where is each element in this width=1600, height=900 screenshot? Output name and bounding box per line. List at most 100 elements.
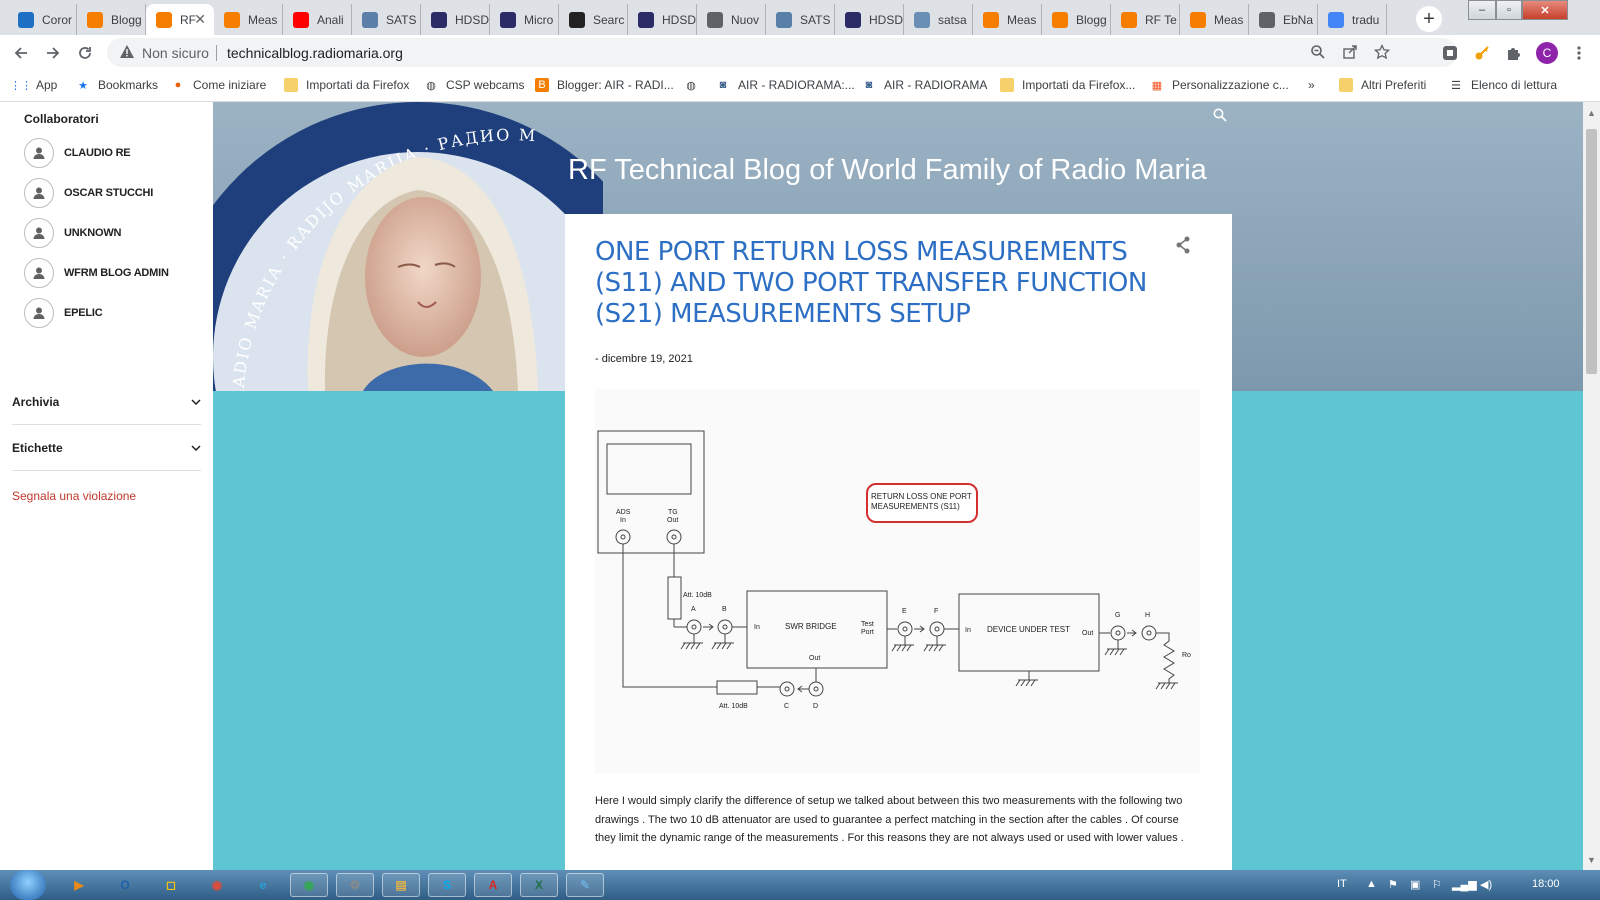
bookmark-item[interactable]: ◍ (684, 78, 706, 92)
maximize-button[interactable]: ▫ (1496, 0, 1522, 20)
acrobat-icon[interactable]: A (474, 873, 512, 897)
blog-main: RADIO MARIA · RADIJO MARIJA · РАДИО МАРИ… (213, 102, 1583, 870)
browser-tab[interactable]: Meas (214, 4, 283, 35)
tab-title: satsa (938, 12, 967, 27)
zoom-icon[interactable] (1310, 44, 1326, 65)
media-player-icon[interactable]: ▶ (60, 873, 98, 897)
language-indicator[interactable]: IT (1337, 878, 1347, 890)
browser-tab[interactable]: SATS (766, 4, 835, 35)
bookmark-item[interactable]: ● Come iniziare (171, 78, 267, 92)
browser-tab[interactable]: Nuov (697, 4, 766, 35)
bookmark-item[interactable]: B Blogger: AIR - RADI... (535, 78, 674, 92)
browser-tab[interactable]: RF ✕ (146, 4, 214, 35)
explorer-icon[interactable]: ▤ (382, 873, 420, 897)
bookmark-item[interactable]: ◍ CSP webcams (424, 78, 524, 92)
labels-section-toggle[interactable]: Etichette (12, 434, 201, 462)
browser-tab[interactable]: Meas (1180, 4, 1249, 35)
new-tab-button[interactable]: + (1416, 6, 1442, 32)
contributor-item[interactable]: WFRM BLOG ADMIN (24, 258, 169, 288)
share-icon[interactable] (1175, 236, 1191, 259)
reload-button[interactable] (73, 41, 97, 65)
chrome-active-icon[interactable]: ◉ (290, 873, 328, 897)
diagram-swr-test-label: Test (861, 621, 874, 628)
post-title[interactable]: ONE PORT RETURN LOSS MEASUREMENTS (S11) … (595, 237, 1170, 330)
menu-kebab-icon[interactable] (1570, 44, 1588, 62)
contributor-item[interactable]: EPELIC (24, 298, 103, 328)
browser-tab[interactable]: HDSD (628, 4, 697, 35)
bookmark-item[interactable]: Importati da Firefox... (1000, 78, 1135, 92)
reading-list-icon: ☰ (1451, 79, 1461, 92)
extension-translate-icon[interactable] (1441, 44, 1459, 62)
report-abuse-link[interactable]: Segnala una violazione (12, 489, 136, 503)
outlook-icon[interactable]: O (106, 873, 144, 897)
measurement-setup-diagram[interactable]: RETURN LOSS ONE PORT MEASUREMENTS (S11) A… (595, 389, 1200, 774)
bookmark-item[interactable]: » (1308, 78, 1315, 92)
hdsd-icon (431, 11, 447, 28)
share-page-icon[interactable] (1342, 44, 1358, 65)
post-date[interactable]: - dicembre 19, 2021 (595, 353, 693, 365)
extensions-puzzle-icon[interactable] (1505, 44, 1523, 62)
minimize-button[interactable]: – (1468, 0, 1496, 20)
forward-button[interactable] (41, 41, 65, 65)
scrollbar-thumb[interactable] (1586, 129, 1597, 374)
browser-tab[interactable]: tradu (1318, 4, 1387, 35)
bookmark-star-icon[interactable] (1373, 43, 1391, 65)
tab-title: Searc (593, 12, 625, 27)
tray-signal-icon[interactable]: ▂▄▆ (1452, 878, 1477, 891)
tray-device-icon[interactable]: ▣ (1410, 878, 1420, 891)
browser-tab[interactable]: Blogg (1042, 4, 1111, 35)
bookmark-item[interactable]: ⋮⋮ App (10, 78, 57, 92)
contributor-item[interactable]: CLAUDIO RE (24, 138, 131, 168)
blog-title[interactable]: RF Technical Blog of World Family of Rad… (568, 154, 1207, 187)
skype-icon[interactable]: S (428, 873, 466, 897)
clock-time[interactable]: 18:00 (1532, 878, 1560, 890)
url-text[interactable]: technicalblog.radiomaria.org (227, 45, 403, 61)
sticky-icon[interactable]: ◻ (152, 873, 190, 897)
bookmark-item[interactable]: ◙ AIR - RADIORAMA (862, 78, 988, 92)
diagram-b-label: B (722, 606, 727, 613)
browser-tab[interactable]: Coror (8, 4, 77, 35)
bookmark-item[interactable]: ★ Bookmarks (76, 78, 158, 92)
bookmark-item[interactable]: ▦ Personalizzazione c... (1150, 78, 1289, 92)
bookmark-item[interactable]: Importati da Firefox (284, 78, 409, 92)
contributor-item[interactable]: OSCAR STUCCHI (24, 178, 153, 208)
close-window-button[interactable]: ✕ (1522, 0, 1568, 20)
security-status[interactable]: Non sicuro (142, 45, 209, 61)
start-button[interactable] (10, 870, 46, 900)
tray-arrow-icon[interactable]: ▲ (1366, 878, 1377, 890)
scroll-down-icon[interactable]: ▼ (1587, 855, 1596, 865)
tray-network-icon[interactable]: ⚑ (1388, 878, 1398, 891)
browser-tab[interactable]: Anali (283, 4, 352, 35)
browser-tab[interactable]: Blogg (77, 4, 146, 35)
address-bar[interactable]: Non sicuro technicalblog.radiomaria.org (107, 38, 1457, 67)
profile-avatar[interactable]: C (1536, 42, 1558, 64)
tray-volume-icon[interactable]: ◀) (1480, 878, 1492, 891)
tool-icon[interactable]: ⚙ (336, 873, 374, 897)
back-button[interactable] (9, 41, 33, 65)
archive-section-toggle[interactable]: Archivia (12, 388, 201, 416)
bookmark-item[interactable]: ◙ AIR - RADIORAMA:... (716, 78, 855, 92)
paint-icon[interactable]: ✎ (566, 873, 604, 897)
browser-tab[interactable]: satsa (904, 4, 973, 35)
browser-tab[interactable]: RF Te (1111, 4, 1180, 35)
tray-flag-icon[interactable]: ⚐ (1432, 878, 1442, 891)
scroll-up-icon[interactable]: ▲ (1587, 108, 1596, 118)
browser-tab[interactable]: HDSD (835, 4, 904, 35)
excel-icon[interactable]: X (520, 873, 558, 897)
browser-tab[interactable]: EbNa (1249, 4, 1318, 35)
close-tab-icon[interactable]: ✕ (194, 11, 206, 28)
browser-tab[interactable]: Searc (559, 4, 628, 35)
browser-tab[interactable]: Micro (490, 4, 559, 35)
browser-tab[interactable]: HDSD (421, 4, 490, 35)
bookmark-item[interactable]: Altri Preferiti (1339, 78, 1426, 92)
bookmark-label: Bookmarks (98, 78, 159, 92)
chrome-icon[interactable]: ◉ (198, 873, 236, 897)
contributor-item[interactable]: UNKNOWN (24, 218, 121, 248)
browser-tab[interactable]: SATS (352, 4, 421, 35)
search-icon[interactable] (1213, 108, 1227, 127)
page-scrollbar[interactable]: ▲ ▼ (1583, 102, 1600, 870)
edge-icon[interactable]: e (244, 873, 282, 897)
bookmark-item[interactable]: ☰ Elenco di lettura (1449, 78, 1557, 92)
extension-key-icon[interactable] (1473, 44, 1491, 62)
browser-tab[interactable]: Meas (973, 4, 1042, 35)
